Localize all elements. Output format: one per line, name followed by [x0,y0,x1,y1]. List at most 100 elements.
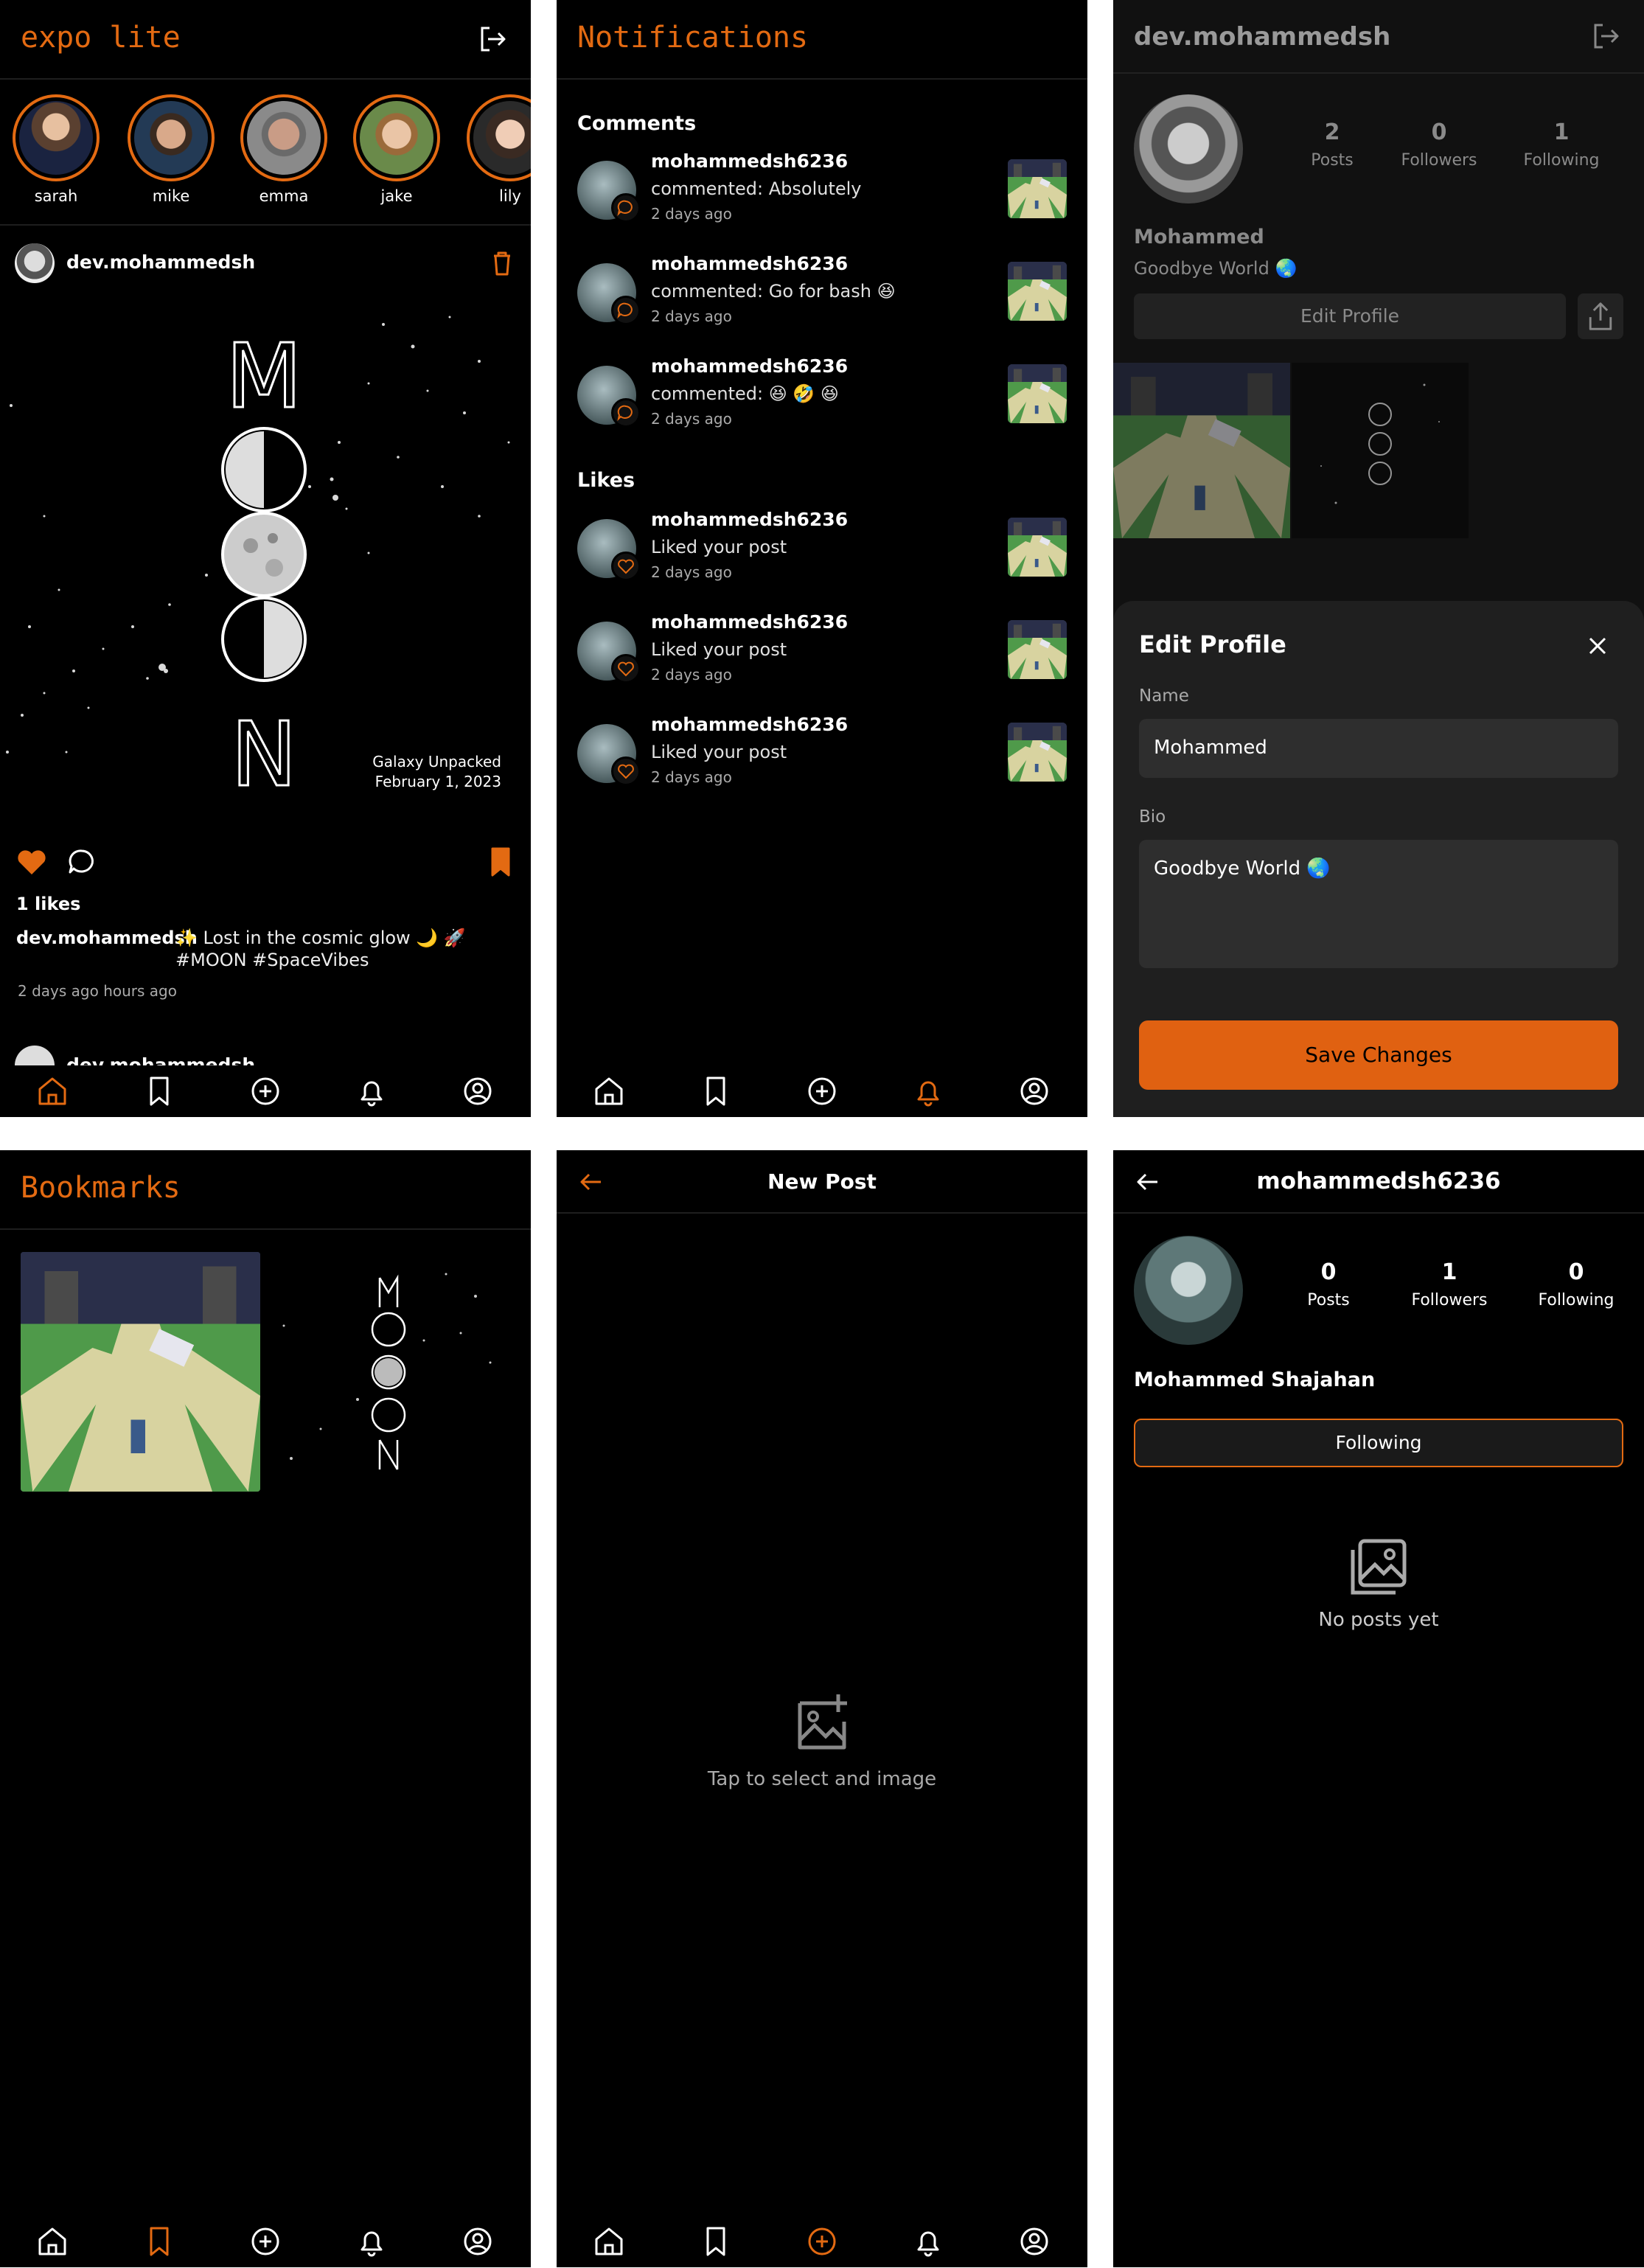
bio-field[interactable]: Goodbye World 🌏 [1139,840,1618,968]
notification-user: mohammedsh6236 [651,253,849,274]
logout-icon[interactable] [473,19,513,59]
story-name: lily [499,187,521,205]
tab-profile[interactable] [1014,2222,1054,2261]
tab-home[interactable] [32,1071,72,1111]
followers-stat[interactable]: 0 Followers [1380,119,1498,170]
tab-profile[interactable] [458,1071,498,1111]
likes-heading: Likes [577,469,635,492]
name-field[interactable]: Mohammed [1139,719,1618,778]
notification-item[interactable]: mohammedsh6236 commented: 😆 🤣 😆 2 days a… [577,355,1067,436]
delete-icon[interactable] [482,243,522,283]
story-ring [13,94,100,181]
following-stat[interactable]: 1 Following [1502,119,1620,170]
avatar [473,101,531,175]
notification-text: Liked your post [651,639,787,660]
posts-label: Posts [1307,1291,1350,1309]
tab-bar [0,1065,531,1117]
tab-profile[interactable] [458,2222,498,2261]
notification-item[interactable]: mohammedsh6236 Liked your post 2 days ag… [577,714,1067,795]
tab-notifications[interactable] [908,2222,948,2261]
avatar [134,101,208,175]
tab-create[interactable] [802,2222,842,2261]
tab-bookmarks[interactable] [696,1071,736,1111]
share-profile-button[interactable] [1578,293,1623,339]
tab-home[interactable] [589,1071,629,1111]
notification-item[interactable]: mohammedsh6236 commented: Go for bash 😆 … [577,253,1067,334]
tab-home[interactable] [589,2222,629,2261]
post-thumbnail[interactable] [1008,518,1067,577]
user-profile-screen: mohammedsh6236 0 Posts 1 Followers 0 Fol… [1113,1150,1644,2267]
following-stat[interactable]: 0 Following [1517,1259,1635,1309]
heart-badge-icon [611,756,641,786]
user-avatar[interactable] [1134,1236,1243,1345]
post-thumbnail[interactable] [1008,620,1067,679]
tab-bookmarks[interactable] [139,2222,179,2261]
tab-create[interactable] [245,1071,285,1111]
followers-stat[interactable]: 1 Followers [1390,1259,1508,1309]
comment-badge-icon [611,193,641,223]
tab-notifications[interactable] [352,2222,391,2261]
edit-profile-button[interactable]: Edit Profile [1134,293,1566,339]
followers-count: 1 [1441,1259,1457,1285]
story-emma[interactable]: emma [238,94,330,205]
tab-notifications[interactable] [352,1071,391,1111]
close-icon[interactable] [1578,626,1617,666]
profile-post-thumb[interactable] [1113,363,1290,538]
notification-user: mohammedsh6236 [651,150,849,172]
avatar [247,101,321,175]
story-sarah[interactable]: sarah [10,94,102,205]
heart-icon[interactable] [12,842,52,882]
bookmark-thumb[interactable] [21,1252,260,1492]
notification-time: 2 days ago [651,307,732,325]
tab-create[interactable] [245,2222,285,2261]
post-image[interactable]: M N Galaxy Unpacked February 1, 2023 [0,295,531,826]
story-ring [353,94,440,181]
notification-item[interactable]: mohammedsh6236 Liked your post 2 days ag… [577,611,1067,692]
story-jake[interactable]: jake [351,94,442,205]
no-posts-icon [1338,1526,1419,1607]
story-name: jake [380,187,413,205]
followers-count: 0 [1431,119,1447,145]
tab-profile[interactable] [1014,1071,1054,1111]
notification-item[interactable]: mohammedsh6236 Liked your post 2 days ag… [577,509,1067,590]
add-image-icon[interactable] [778,1681,866,1770]
notification-user: mohammedsh6236 [651,714,849,735]
bookmarks-title: Bookmarks [21,1171,181,1205]
notification-text: commented: Absolutely [651,178,862,199]
profile-post-thumb[interactable] [1292,363,1469,538]
notification-text: commented: Go for bash 😆 [651,281,896,302]
moon-letter-n: N [231,704,297,807]
tab-home[interactable] [32,2222,72,2261]
profile-username: dev.mohammedsh [1134,22,1391,52]
comment-icon[interactable] [62,842,102,882]
post-thumbnail[interactable] [1008,159,1067,218]
post-thumbnail[interactable] [1008,364,1067,423]
post-author-avatar[interactable] [15,243,55,283]
comments-heading: Comments [577,112,697,135]
notification-time: 2 days ago [651,563,732,581]
logout-icon[interactable] [1586,16,1626,56]
image-caption-line2: February 1, 2023 [375,773,501,790]
following-button[interactable]: Following [1134,1419,1623,1467]
select-image-hint[interactable]: Tap to select and image [557,1768,1087,1790]
tab-bookmarks[interactable] [696,2222,736,2261]
post-author-name[interactable]: dev.mohammedsh [66,251,255,273]
new-post-screen: New Post Tap to select and image [557,1150,1087,2267]
tab-bookmarks[interactable] [139,1071,179,1111]
save-changes-button[interactable]: Save Changes [1139,1020,1618,1090]
story-lily[interactable]: lily [464,94,531,205]
followers-label: Followers [1411,1291,1488,1309]
story-mike[interactable]: mike [125,94,217,205]
post-thumbnail[interactable] [1008,262,1067,321]
bookmark-thumb[interactable] [269,1252,509,1492]
notification-text: commented: 😆 🤣 😆 [651,383,839,404]
caption-user[interactable]: dev.mohammedsh [16,928,198,948]
tab-create[interactable] [802,1071,842,1111]
bookmark-filled-icon[interactable] [481,842,520,882]
notification-item[interactable]: mohammedsh6236 commented: Absolutely 2 d… [577,150,1067,232]
avatar [19,101,93,175]
profile-bio: Goodbye World 🌏 [1134,258,1298,279]
profile-avatar[interactable] [1134,94,1243,204]
post-thumbnail[interactable] [1008,723,1067,782]
tab-notifications[interactable] [908,1071,948,1111]
